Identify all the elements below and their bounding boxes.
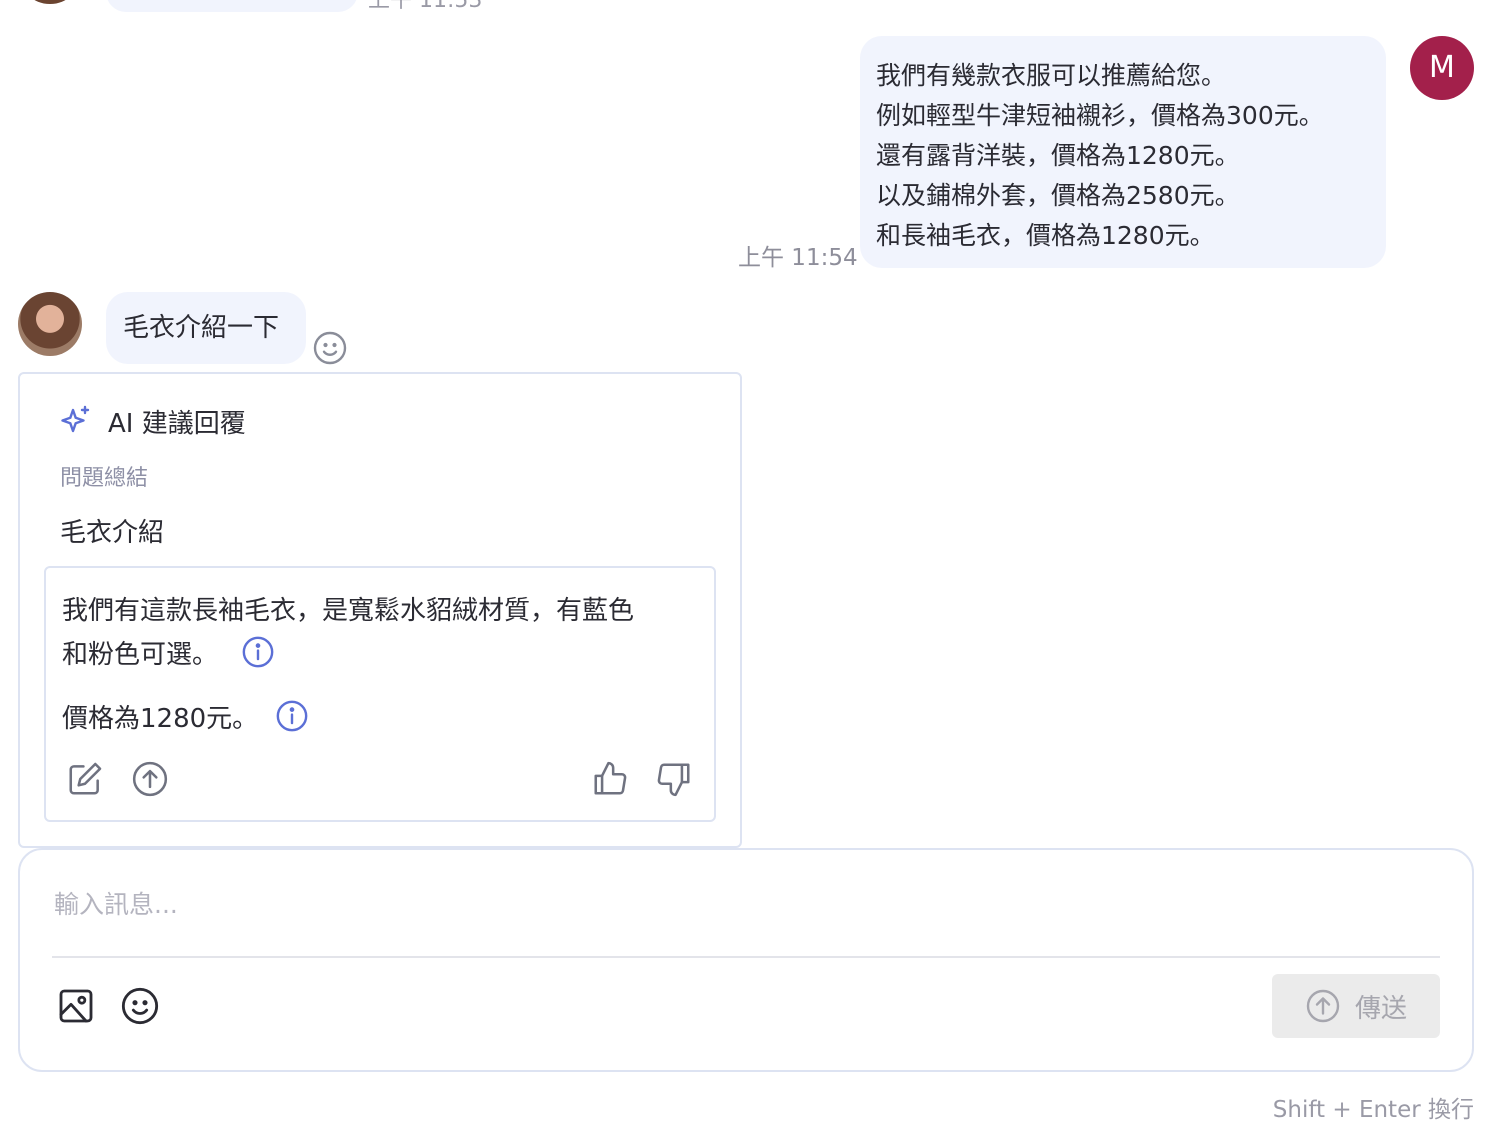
suggested-reply-line: 價格為1280元。: [62, 704, 259, 734]
info-icon[interactable]: [275, 699, 309, 733]
summary-label: 問題總結: [60, 466, 149, 491]
summary-text: 毛衣介紹: [60, 518, 165, 548]
upload-icon[interactable]: [131, 760, 169, 798]
agent-message-line: 我們有幾款衣服可以推薦給您。: [876, 61, 1227, 90]
ai-suggestion-title: AI 建議回覆: [108, 409, 246, 439]
suggested-reply-line: 和粉色可選。: [62, 640, 219, 670]
customer-message-bubble: 毛衣介紹一下: [106, 292, 306, 364]
agent-message-time: 上午 11:54: [738, 245, 858, 271]
thumbs-up-icon[interactable]: [591, 760, 629, 798]
message-input[interactable]: [52, 876, 1440, 932]
composer-divider: [52, 956, 1440, 958]
emoji-icon[interactable]: [120, 986, 160, 1026]
send-arrow-icon: [1306, 989, 1340, 1023]
agent-message-line: 還有露背洋裝，價格為1280元。: [876, 141, 1240, 170]
agent-message-line: 例如輕型牛津短袖襯衫，價格為300元。: [876, 101, 1324, 130]
sparkle-icon: [61, 405, 90, 433]
previous-message-bubble: [106, 0, 358, 12]
send-button-label: 傳送: [1354, 993, 1407, 1024]
agent-message-bubble: 我們有幾款衣服可以推薦給您。 例如輕型牛津短袖襯衫，價格為300元。 還有露背洋…: [860, 36, 1386, 268]
suggested-reply-line: 我們有這款長袖毛衣，是寬鬆水貂絨材質，有藍色: [62, 596, 635, 626]
newline-hint: Shift + Enter 換行: [1272, 1097, 1474, 1123]
previous-avatar: [18, 0, 82, 4]
smiley-reaction-icon[interactable]: [312, 330, 348, 366]
send-button[interactable]: 傳送: [1272, 974, 1440, 1038]
image-icon[interactable]: [56, 986, 96, 1026]
previous-message-time: 上午 11:53: [368, 0, 483, 13]
edit-icon[interactable]: [66, 760, 104, 798]
agent-avatar[interactable]: M: [1410, 36, 1474, 100]
agent-message-line: 以及鋪棉外套，價格為2580元。: [876, 181, 1240, 210]
agent-message-line: 和長袖毛衣，價格為1280元。: [876, 221, 1215, 250]
customer-avatar[interactable]: [18, 292, 82, 356]
info-icon[interactable]: [241, 635, 275, 669]
thumbs-down-icon[interactable]: [655, 760, 693, 798]
